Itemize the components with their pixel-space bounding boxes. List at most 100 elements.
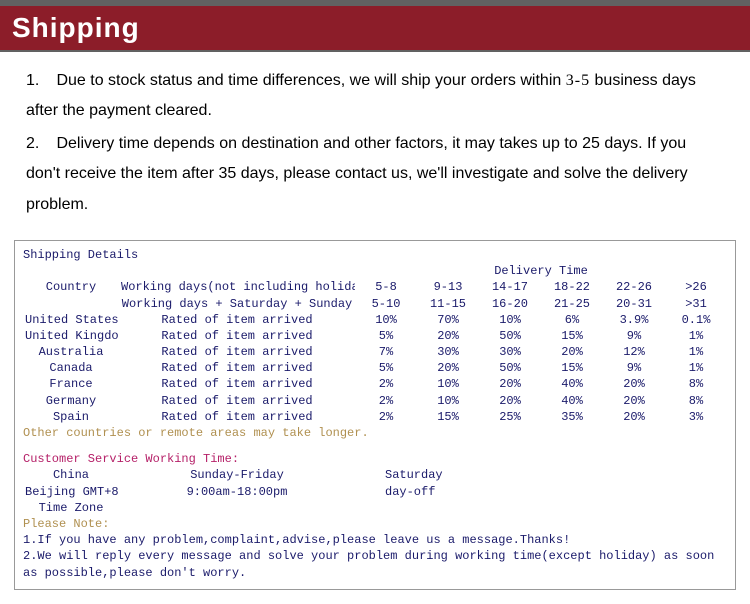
rate-row: CanadaRated of item arrived5%20%50%15%9%… xyxy=(23,360,727,376)
rate-cell: 30% xyxy=(479,344,541,360)
rate-cell: 30% xyxy=(417,344,479,360)
rate-cell: 25% xyxy=(479,409,541,425)
wr4: 22-26 xyxy=(603,279,665,295)
rate-cell: 9% xyxy=(603,328,665,344)
cs-china: China xyxy=(23,467,119,483)
delivery-time-row: Delivery Time xyxy=(23,263,727,279)
rate-label-cell: Rated of item arrived xyxy=(119,312,355,328)
rate-label-cell: Rated of item arrived xyxy=(119,360,355,376)
fr4: 20-31 xyxy=(603,296,665,312)
country-cell: Spain xyxy=(23,409,119,425)
wr1: 9-13 xyxy=(417,279,479,295)
full-range-row: Working days + Saturday + Sunday 5-10 11… xyxy=(23,296,727,312)
para2-num: 2. xyxy=(26,129,52,159)
rate-cell: 10% xyxy=(479,312,541,328)
country-cell: Germany xyxy=(23,393,119,409)
rate-cell: 20% xyxy=(603,409,665,425)
rate-cell: 20% xyxy=(541,344,603,360)
rate-row: United StatesRated of item arrived10%70%… xyxy=(23,312,727,328)
cs-sunfri: Sunday-Friday xyxy=(119,467,355,483)
rate-cell: 40% xyxy=(541,393,603,409)
rate-cell: 50% xyxy=(479,360,541,376)
rate-row: GermanyRated of item arrived2%10%20%40%2… xyxy=(23,393,727,409)
rate-cell: 50% xyxy=(479,328,541,344)
country-cell: United States xyxy=(23,312,119,328)
para2-text: Delivery time depends on destination and… xyxy=(26,135,688,213)
rate-cell: 1% xyxy=(665,328,727,344)
rate-cell: 35% xyxy=(541,409,603,425)
intro-para-2: 2. Delivery time depends on destination … xyxy=(26,129,724,220)
page-title: Shipping xyxy=(12,12,738,44)
details-title: Shipping Details xyxy=(23,247,727,263)
note-1: 1.If you have any problem,complaint,advi… xyxy=(23,532,727,548)
wr5: >26 xyxy=(665,279,727,295)
fr2: 16-20 xyxy=(479,296,541,312)
rate-cell: 5% xyxy=(355,328,417,344)
rate-cell: 3.9% xyxy=(603,312,665,328)
fr1: 11-15 xyxy=(417,296,479,312)
rate-cell: 15% xyxy=(541,328,603,344)
rate-cell: 70% xyxy=(417,312,479,328)
cs-sat: Saturday xyxy=(355,467,727,483)
country-cell: Australia xyxy=(23,344,119,360)
rate-cell: 20% xyxy=(479,376,541,392)
rate-cell: 1% xyxy=(665,344,727,360)
para1-num: 1. xyxy=(26,66,52,96)
rate-cell: 20% xyxy=(479,393,541,409)
country-header: Country xyxy=(23,279,119,295)
other-countries-note: Other countries or remote areas may take… xyxy=(23,425,727,441)
wr3: 18-22 xyxy=(541,279,603,295)
rate-cell: 10% xyxy=(417,393,479,409)
rate-cell: 3% xyxy=(665,409,727,425)
country-cell: France xyxy=(23,376,119,392)
cs-title: Customer Service Working Time: xyxy=(23,451,727,467)
rate-cell: 10% xyxy=(417,376,479,392)
rate-label-cell: Rated of item arrived xyxy=(119,376,355,392)
cs-tz2: Time Zone xyxy=(23,500,119,516)
workdays-label: Working days(not including holiday) xyxy=(119,279,355,295)
rate-cell: 1% xyxy=(665,360,727,376)
rate-cell: 20% xyxy=(417,328,479,344)
rate-row: United KingdomRated of item arrived5%20%… xyxy=(23,328,727,344)
rate-cell: 2% xyxy=(355,393,417,409)
shipping-header: Shipping xyxy=(0,0,750,52)
rate-cell: 0.1% xyxy=(665,312,727,328)
rate-cell: 8% xyxy=(665,393,727,409)
rate-label-cell: Rated of item arrived xyxy=(119,393,355,409)
country-cell: United Kingdom xyxy=(23,328,119,344)
rate-cell: 20% xyxy=(603,393,665,409)
rate-cell: 20% xyxy=(417,360,479,376)
work-range-row: Country Working days(not including holid… xyxy=(23,279,727,295)
rate-cell: 15% xyxy=(541,360,603,376)
rate-cell: 2% xyxy=(355,376,417,392)
rate-cell: 7% xyxy=(355,344,417,360)
rate-cell: 6% xyxy=(541,312,603,328)
rate-label-cell: Rated of item arrived xyxy=(119,344,355,360)
cs-tz1: Beijing GMT+8 xyxy=(23,484,119,500)
cs-dayoff: day-off xyxy=(355,484,727,516)
rate-cell: 8% xyxy=(665,376,727,392)
country-cell: Canada xyxy=(23,360,119,376)
rate-row: AustraliaRated of item arrived7%30%30%20… xyxy=(23,344,727,360)
wr2: 14-17 xyxy=(479,279,541,295)
please-note-title: Please Note: xyxy=(23,516,727,532)
intro-text: 1. Due to stock status and time differen… xyxy=(0,52,750,232)
cs-hours: 9:00am-18:00pm xyxy=(119,484,355,516)
rate-cell: 15% xyxy=(417,409,479,425)
fr5: >31 xyxy=(665,296,727,312)
rate-label-cell: Rated of item arrived xyxy=(119,409,355,425)
note-2: 2.We will reply every message and solve … xyxy=(23,548,727,580)
rate-cell: 20% xyxy=(603,376,665,392)
rate-row: FranceRated of item arrived2%10%20%40%20… xyxy=(23,376,727,392)
rate-cell: 2% xyxy=(355,409,417,425)
fr3: 21-25 xyxy=(541,296,603,312)
ship-days: 3-5 xyxy=(566,72,590,89)
rate-cell: 40% xyxy=(541,376,603,392)
delivery-table: Delivery Time Country Working days(not i… xyxy=(23,263,727,425)
rate-cell: 5% xyxy=(355,360,417,376)
rate-cell: 9% xyxy=(603,360,665,376)
fulldays-label: Working days + Saturday + Sunday xyxy=(119,296,355,312)
rate-row: SpainRated of item arrived2%15%25%35%20%… xyxy=(23,409,727,425)
rate-cell: 10% xyxy=(355,312,417,328)
para1-text-a: Due to stock status and time differences… xyxy=(56,72,561,89)
